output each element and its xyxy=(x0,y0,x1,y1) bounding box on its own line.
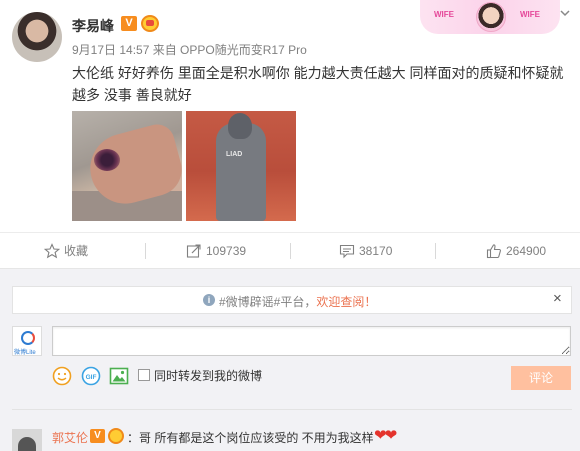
image-icon[interactable] xyxy=(109,366,129,386)
action-bar: 收藏 109739 38170 264900 xyxy=(0,232,580,268)
heart-emoji-icon: ❤❤ xyxy=(374,427,397,444)
divider xyxy=(290,243,291,259)
rumor-notice: i #微博辟谣#平台，欢迎查阅！ × xyxy=(12,286,572,314)
avatar-text: 微博Lite xyxy=(14,350,36,356)
decoration-card[interactable]: WIFE WIFE xyxy=(420,0,560,34)
author-avatar[interactable] xyxy=(12,12,62,62)
thumbs-up-icon xyxy=(486,244,501,259)
comment-section: i #微博辟谣#平台，欢迎查阅！ × 微博Lite GIF 同时转发到我的微博 … xyxy=(0,268,580,451)
divider xyxy=(435,243,436,259)
close-icon[interactable]: × xyxy=(553,290,562,308)
repost-checkbox[interactable] xyxy=(138,369,150,381)
my-avatar[interactable]: 微博Lite xyxy=(12,326,42,356)
post-meta: 9月17日 14:57 来自 OPPO随光而变R17 Pro xyxy=(72,43,307,57)
repost-checkbox-label[interactable]: 同时转发到我的微博 xyxy=(154,367,262,384)
comment-icon xyxy=(339,244,355,259)
card-tag: WIFE xyxy=(520,10,540,19)
chevron-down-icon[interactable] xyxy=(560,8,570,18)
author-name[interactable]: 李易峰 xyxy=(72,16,114,36)
star-icon xyxy=(44,243,60,259)
submit-comment-button[interactable]: 评论 xyxy=(511,366,571,390)
crown-badge-icon xyxy=(108,428,124,444)
comment-text: ：哥 所有都是这个岗位应该受的 不用为我这样 xyxy=(127,431,374,445)
verified-badge-icon: V xyxy=(121,16,137,31)
divider xyxy=(145,243,146,259)
image-jersey-text: LIAD xyxy=(226,151,243,158)
post-image-bruise[interactable] xyxy=(72,111,182,221)
post-content: 大伦纸 好好养伤 里面全是积水啊你 能力越大责任越大 同样面对的质疑和怀疑就越多… xyxy=(72,65,564,103)
comment-input[interactable] xyxy=(52,326,571,356)
card-face-icon xyxy=(476,2,506,32)
emoji-icon[interactable] xyxy=(52,366,72,386)
svg-text:GIF: GIF xyxy=(86,374,97,381)
post-image-player[interactable]: LIAD xyxy=(186,111,296,221)
card-tag: WIFE xyxy=(434,10,454,19)
repost-icon xyxy=(186,244,201,258)
weibo-post: 李易峰 V 9月17日 14:57 来自 OPPO随光而变R17 Pro WIF… xyxy=(0,0,580,232)
verified-badge-icon: V xyxy=(90,429,105,443)
crown-badge-icon xyxy=(141,15,159,32)
gif-icon[interactable]: GIF xyxy=(81,366,101,386)
notice-text: #微博辟谣#平台， xyxy=(219,295,317,309)
notice-link[interactable]: 欢迎查阅！ xyxy=(316,295,376,309)
info-icon: i xyxy=(203,294,215,306)
divider xyxy=(12,409,572,410)
commenter-avatar[interactable] xyxy=(12,429,42,451)
commenter-name[interactable]: 郭艾伦 xyxy=(52,429,88,446)
